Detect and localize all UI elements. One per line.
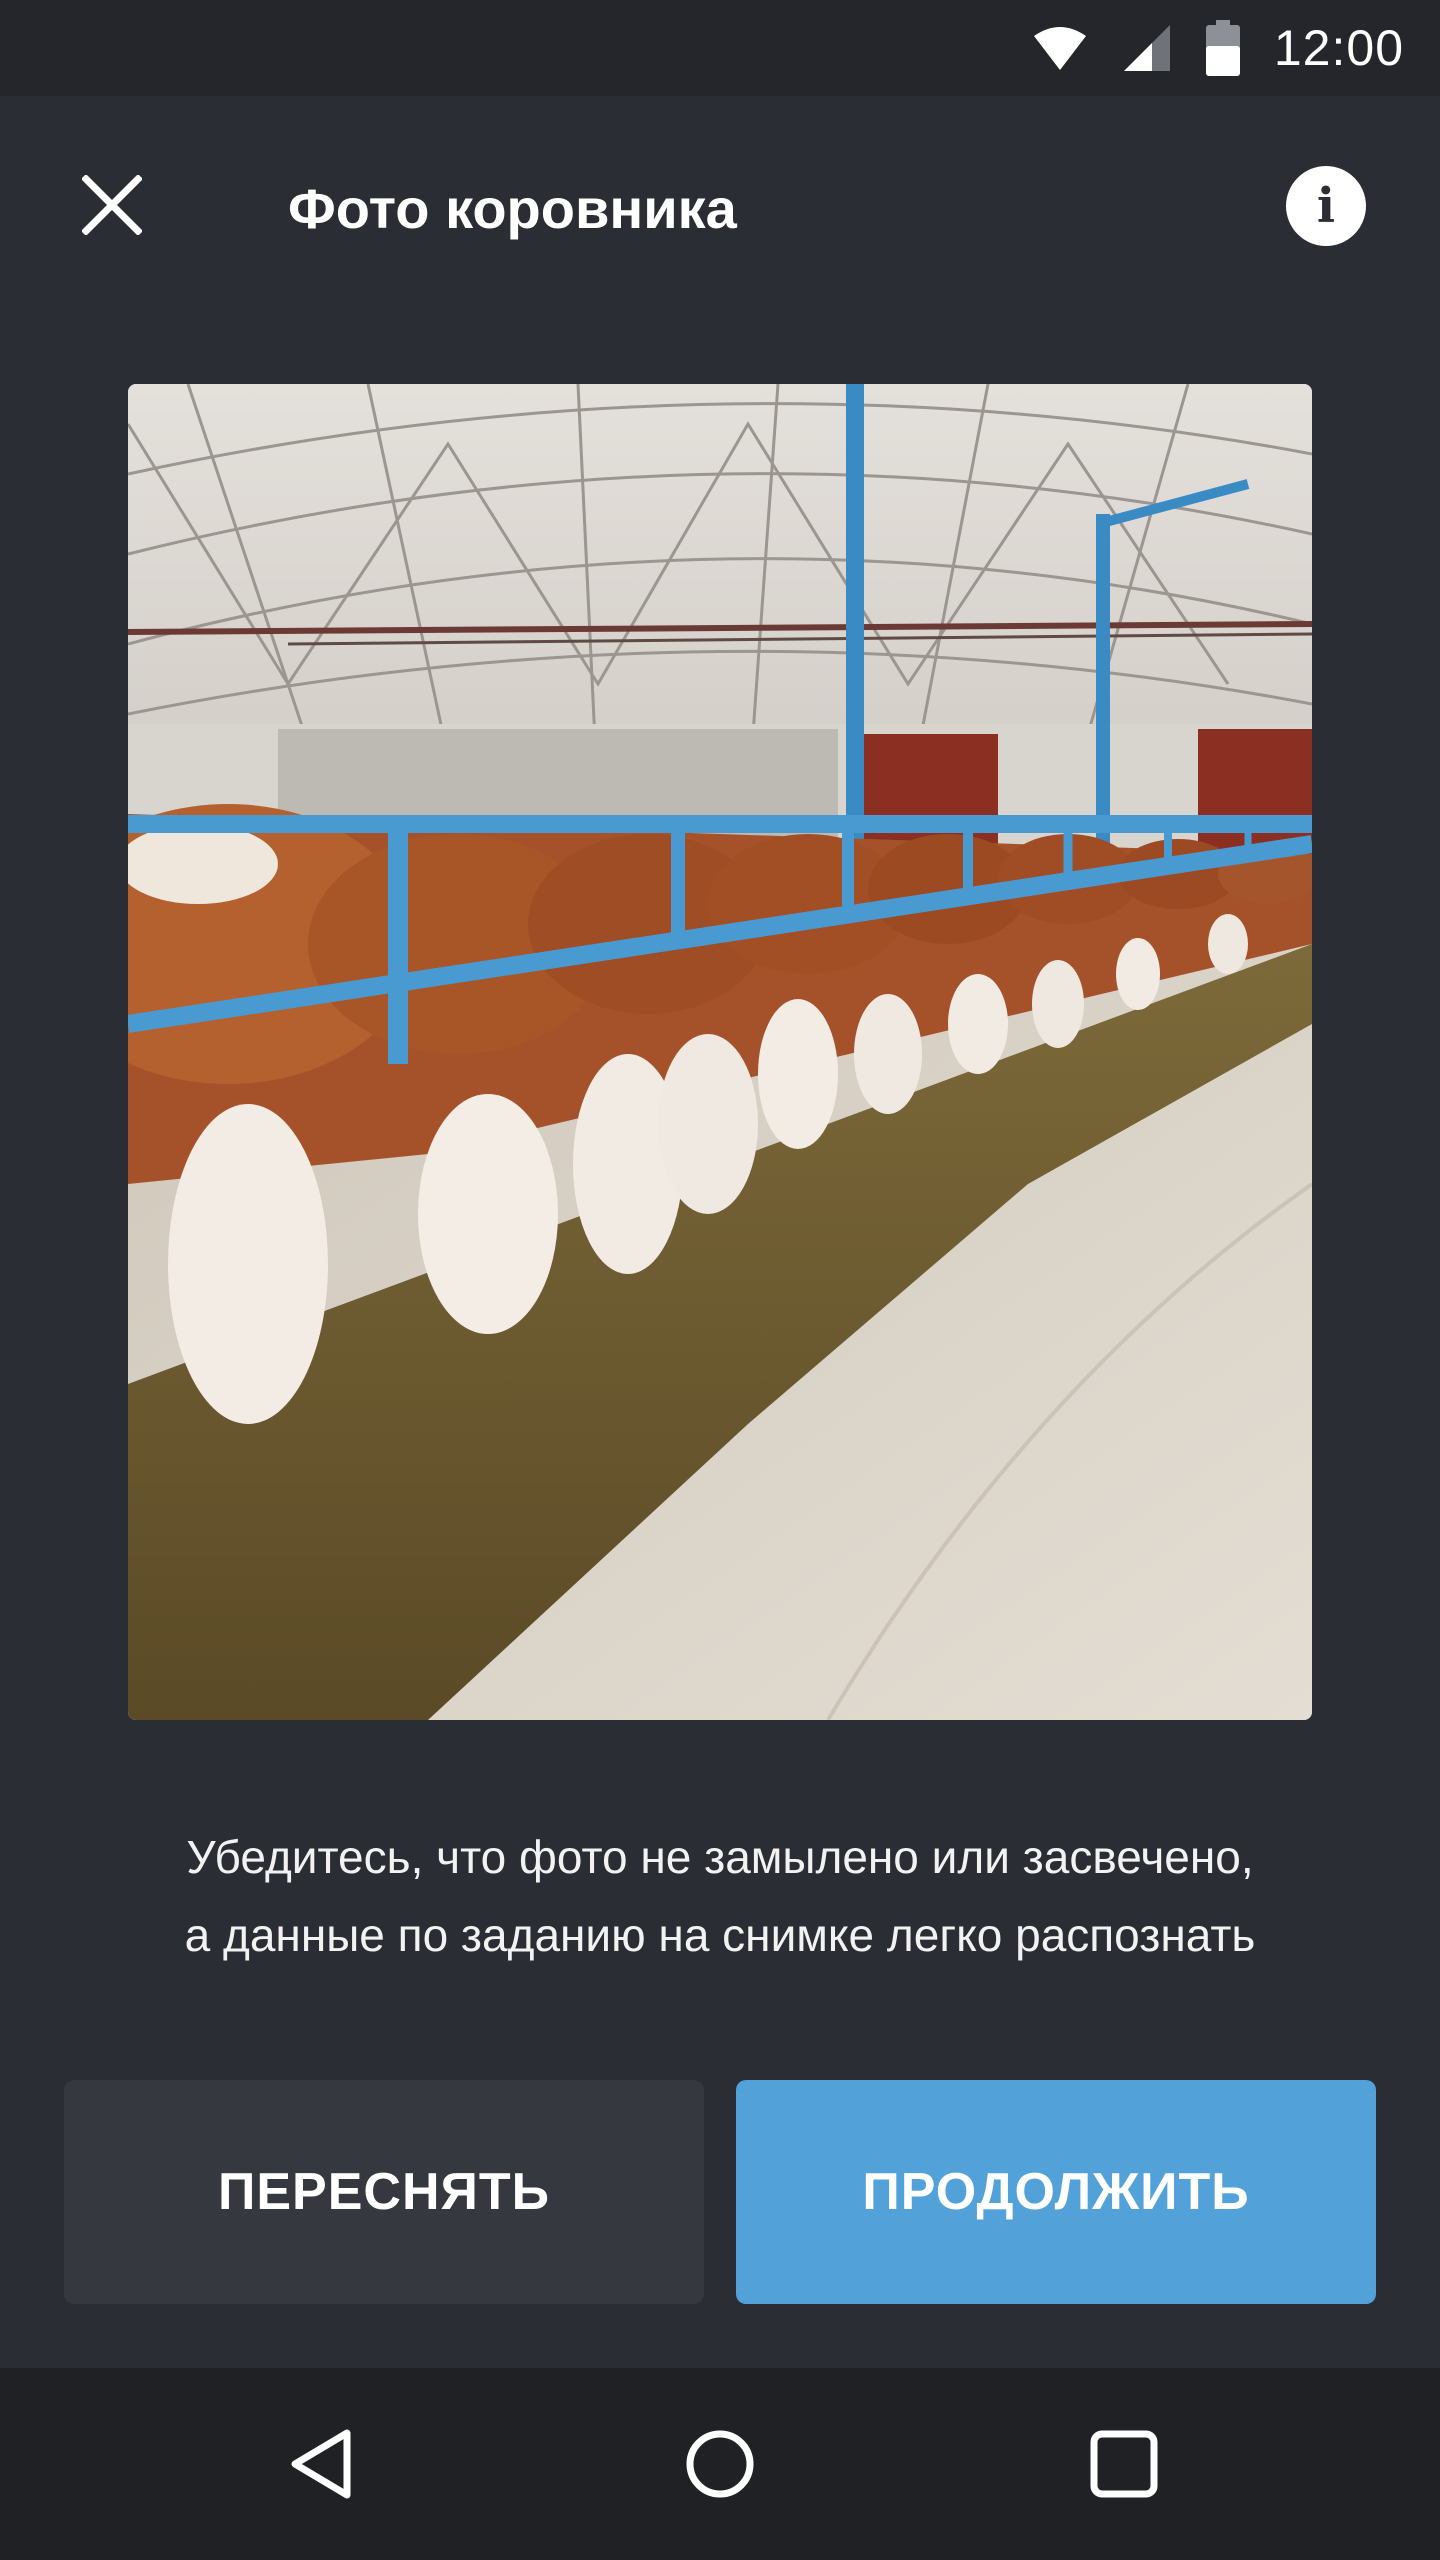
close-button[interactable]: [62, 155, 162, 255]
status-bar: 12:00: [0, 0, 1440, 96]
page-title: Фото коровника: [288, 177, 737, 240]
system-nav-bar: [0, 2368, 1440, 2560]
photo-hint-line-1: Убедитесь, что фото не замылено или засв…: [186, 1831, 1254, 1883]
cowshed-photo: [128, 384, 1312, 1720]
retake-button[interactable]: ПЕРЕСНЯТЬ: [64, 2080, 704, 2304]
photo-hint: Убедитесь, что фото не замылено или засв…: [60, 1818, 1380, 1974]
close-icon: [82, 175, 142, 235]
recents-button[interactable]: [1074, 2414, 1174, 2514]
status-icons: 12:00: [1032, 0, 1404, 96]
home-icon: [686, 2430, 754, 2498]
battery-icon: [1205, 20, 1240, 76]
info-icon: i: [1316, 178, 1336, 234]
status-time: 12:00: [1273, 20, 1404, 76]
info-button[interactable]: i: [1286, 166, 1366, 246]
back-icon: [291, 2429, 351, 2499]
cell-signal-icon: [1122, 23, 1172, 73]
home-button[interactable]: [670, 2414, 770, 2514]
photo-hint-line-2: а данные по заданию на снимке легко расп…: [184, 1909, 1256, 1961]
continue-button[interactable]: ПРОДОЛЖИТЬ: [736, 2080, 1376, 2304]
back-button[interactable]: [272, 2414, 372, 2514]
wifi-icon: [1032, 24, 1088, 72]
recents-icon: [1090, 2430, 1158, 2498]
